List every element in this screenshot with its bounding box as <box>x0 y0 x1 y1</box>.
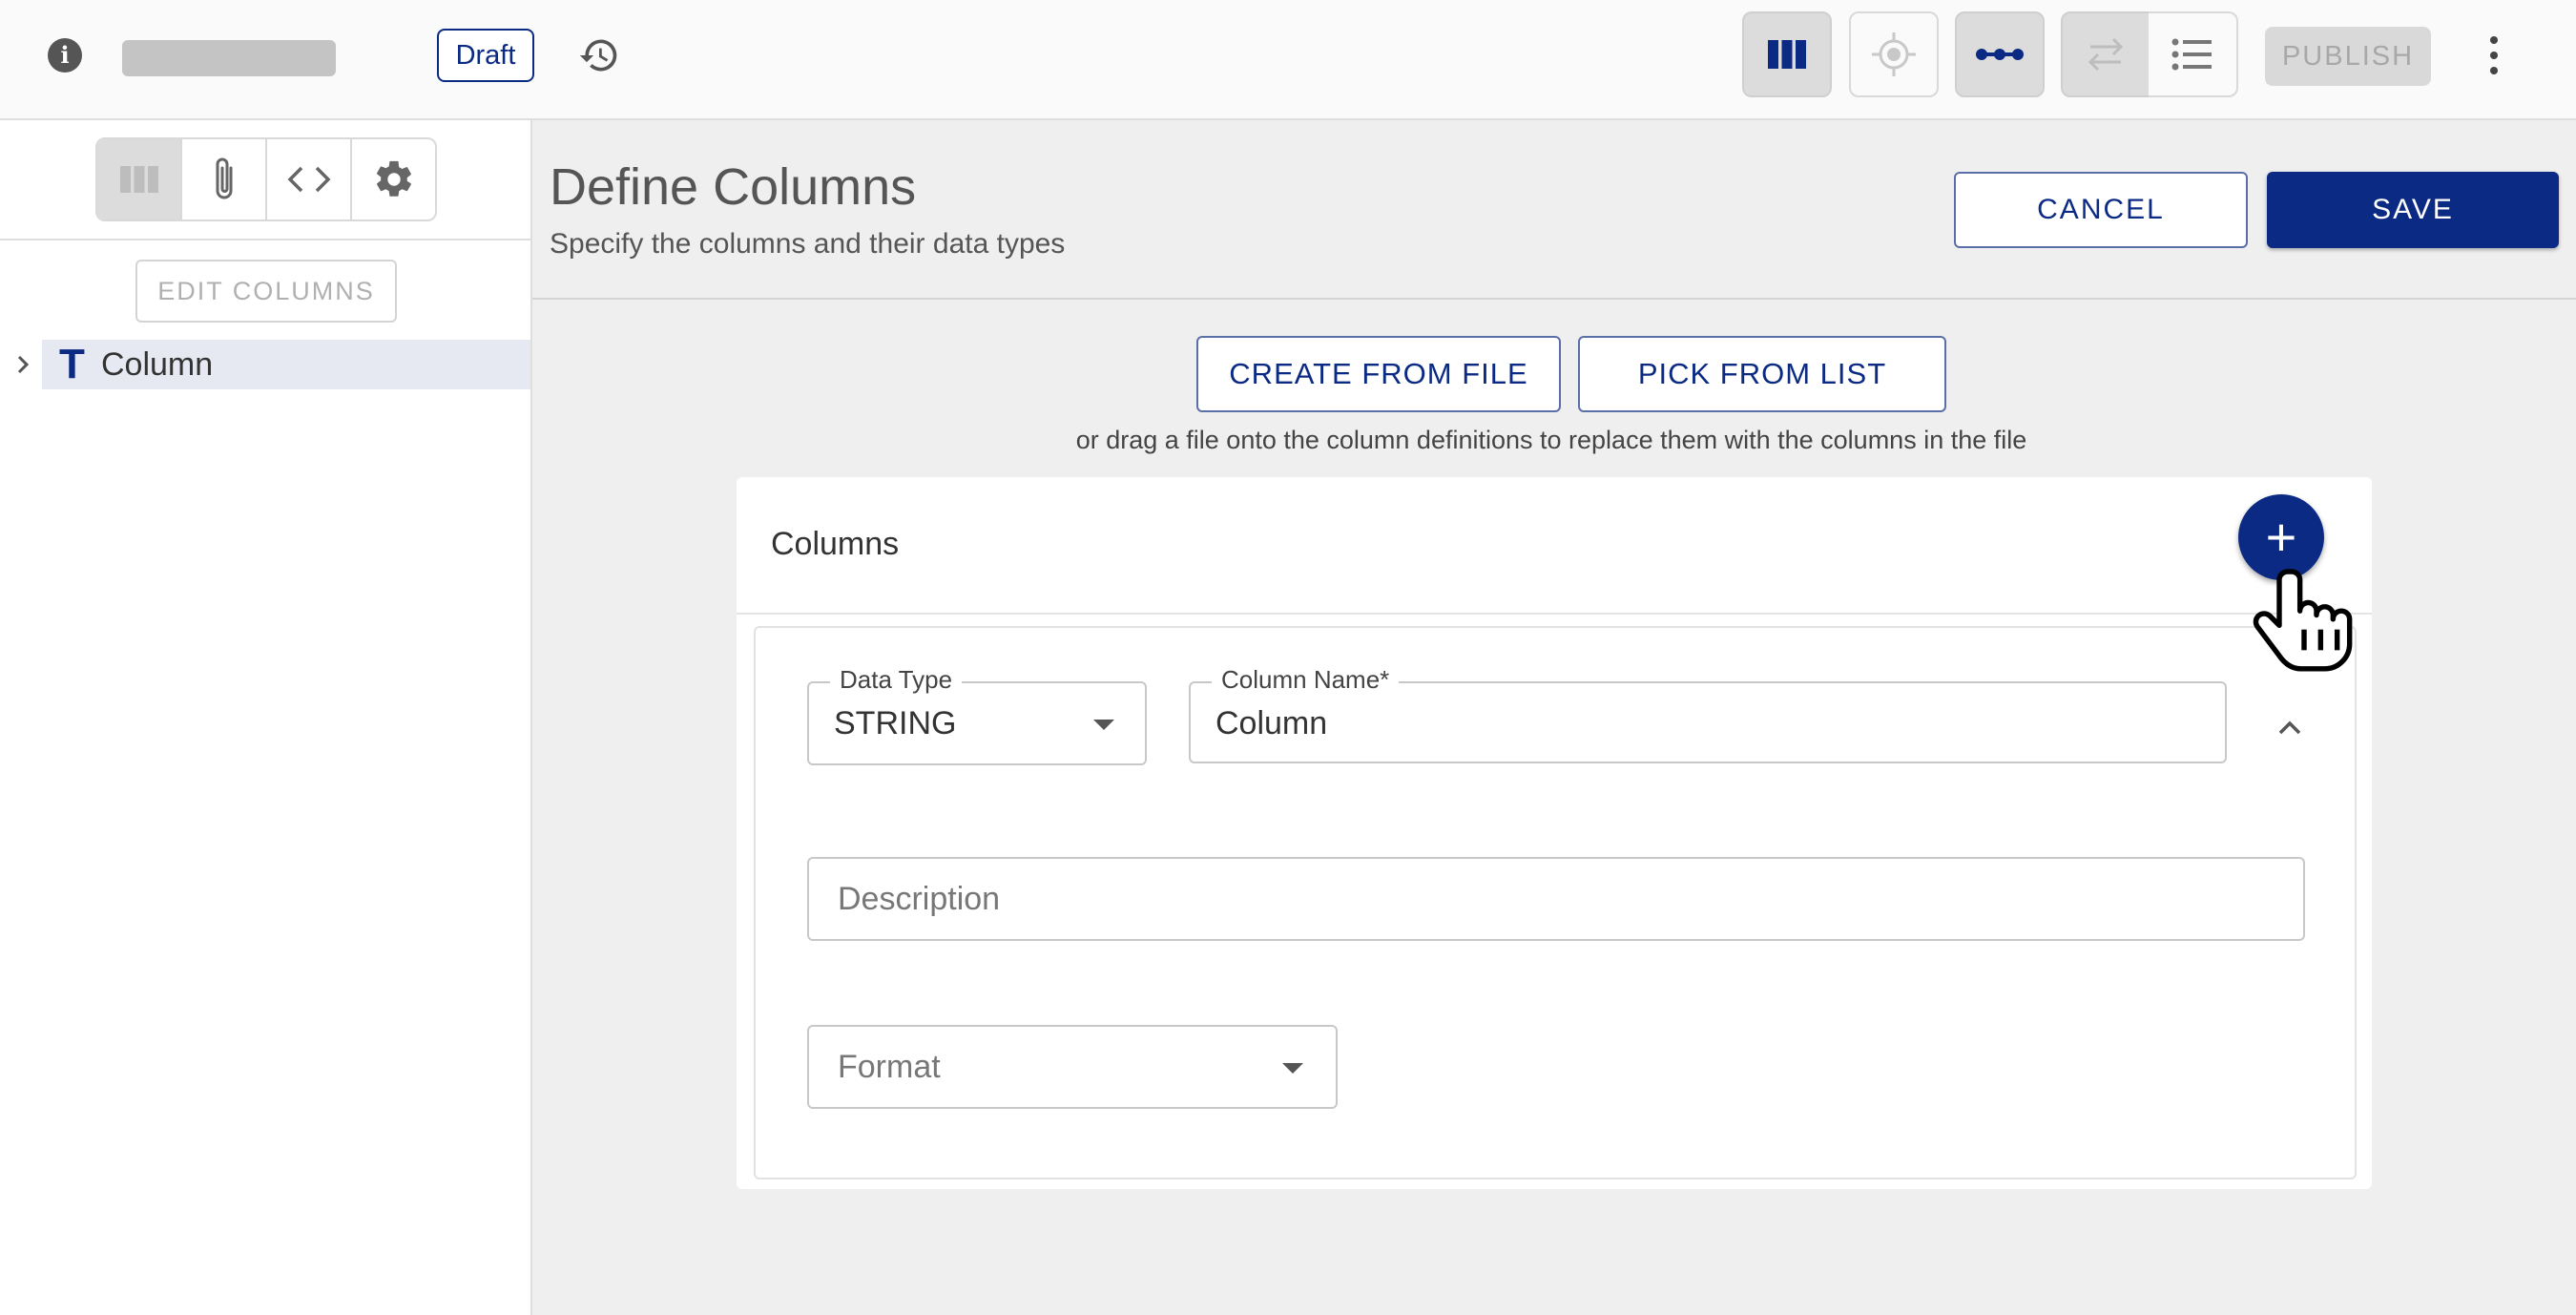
data-type-value: STRING <box>834 705 957 741</box>
column-name-label: Column Name* <box>1212 664 1400 695</box>
create-from-file-button[interactable]: CREATE FROM FILE <box>1196 336 1561 412</box>
text-type-icon: T <box>59 341 85 387</box>
format-placeholder: Format <box>838 1049 941 1085</box>
title-placeholder <box>122 40 336 76</box>
lineage-icon <box>1976 49 2024 60</box>
chevron-right-icon[interactable] <box>10 351 36 378</box>
pick-from-list-button[interactable]: PICK FROM LIST <box>1578 336 1946 412</box>
target-button[interactable] <box>1849 11 1939 97</box>
description-placeholder: Description <box>838 881 1001 917</box>
format-select[interactable]: Format <box>807 1025 1338 1109</box>
list-view-button[interactable] <box>2149 11 2238 97</box>
card-divider <box>737 613 2372 615</box>
history-icon[interactable] <box>578 34 620 76</box>
tab-code[interactable] <box>267 139 352 219</box>
save-button[interactable]: SAVE <box>2267 172 2559 248</box>
columns-card: Columns + Data Type STRING Column Name* … <box>737 477 2372 1189</box>
list-icon <box>2171 38 2212 71</box>
lineage-button[interactable] <box>1955 11 2045 97</box>
dropdown-caret-icon <box>1282 1063 1303 1074</box>
tree-item-label[interactable]: Column <box>101 345 213 384</box>
crosshair-icon <box>1872 32 1916 76</box>
column-name-field[interactable]: Column Name* Column <box>1189 664 2227 763</box>
tab-columns[interactable] <box>97 139 182 219</box>
columns-view-icon <box>1768 40 1806 69</box>
columns-icon <box>119 166 158 193</box>
tab-attachments[interactable] <box>182 139 267 219</box>
more-options-icon[interactable] <box>2481 36 2507 74</box>
code-icon <box>287 166 330 193</box>
top-bar: i Draft PUBLISH <box>0 0 2576 120</box>
sidebar-divider <box>0 239 530 240</box>
chevron-up-icon[interactable] <box>2271 708 2309 746</box>
data-type-label: Data Type <box>830 664 963 695</box>
column-name-value: Column <box>1215 705 1328 741</box>
tab-settings[interactable] <box>352 139 435 219</box>
draft-badge[interactable]: Draft <box>437 29 534 82</box>
header-divider <box>532 298 2576 300</box>
page-subtitle: Specify the columns and their data types <box>550 228 1066 260</box>
publish-button[interactable]: PUBLISH <box>2265 27 2431 86</box>
hand-cursor-icon <box>2253 569 2353 672</box>
description-field[interactable]: Description <box>807 857 2305 941</box>
drag-hint: or drag a file onto the column definitio… <box>1075 426 2027 454</box>
info-icon[interactable]: i <box>48 38 82 73</box>
sidebar-tabs <box>95 137 437 221</box>
paperclip-icon <box>216 157 232 199</box>
edit-columns-button[interactable]: EDIT COLUMNS <box>135 260 397 323</box>
sidebar: EDIT COLUMNS T Column <box>0 120 532 1315</box>
columns-card-title: Columns <box>771 526 900 562</box>
dropdown-caret-icon <box>1093 720 1114 730</box>
page-title: Define Columns <box>550 158 917 216</box>
column-definition: Data Type STRING Column Name* Column Des… <box>754 626 2357 1179</box>
swap-button[interactable] <box>2061 11 2150 97</box>
cancel-button[interactable]: CANCEL <box>1954 172 2248 248</box>
swap-arrows-icon <box>2088 37 2124 72</box>
columns-view-button[interactable] <box>1742 11 1832 97</box>
data-type-select[interactable]: Data Type STRING <box>807 664 1147 765</box>
gear-icon <box>376 160 411 197</box>
